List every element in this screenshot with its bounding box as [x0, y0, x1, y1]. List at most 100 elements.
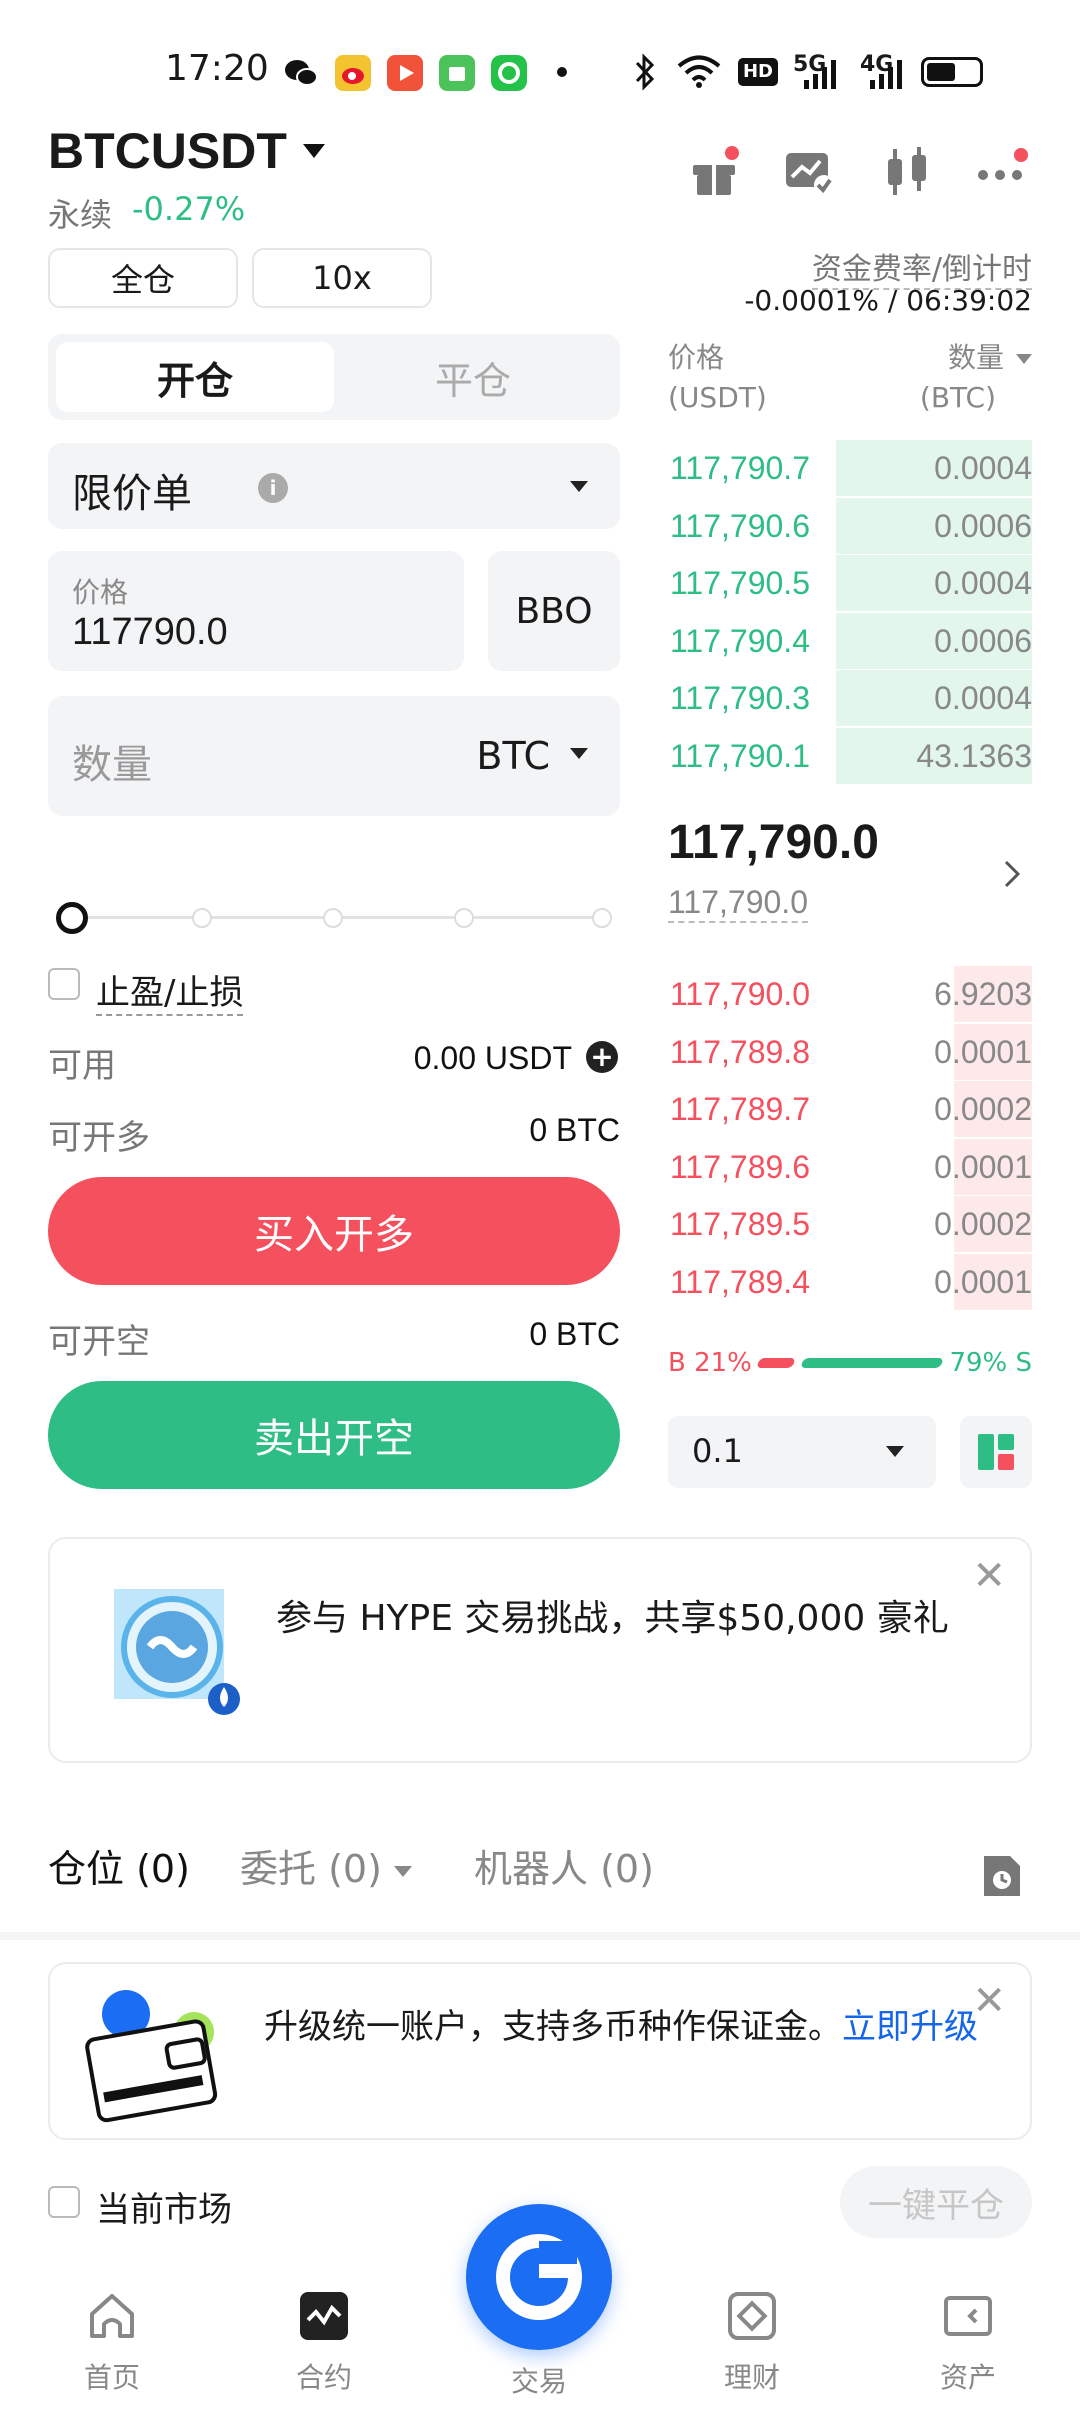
- price-label: 价格: [72, 576, 129, 609]
- more-icon[interactable]: [975, 145, 1029, 199]
- last-price[interactable]: 117,790.0: [668, 815, 879, 870]
- ask-row[interactable]: 117,790.6 0.0006: [668, 497, 1032, 554]
- price-header-label: 价格: [668, 341, 725, 374]
- earn-icon: [726, 2290, 778, 2342]
- quantity-unit[interactable]: BTC: [476, 734, 550, 778]
- close-all-button[interactable]: 一键平仓: [840, 2166, 1032, 2238]
- ask-quantity: 0.0006: [934, 622, 1032, 659]
- hd-icon: HD: [738, 58, 778, 86]
- futures-icon: [298, 2290, 350, 2342]
- order-type-select[interactable]: 限价单 i: [48, 443, 620, 529]
- video-app-icon: [387, 55, 423, 91]
- precision-select[interactable]: 0.1: [668, 1416, 936, 1488]
- buy-long-button[interactable]: 买入开多: [48, 1177, 620, 1285]
- ask-row[interactable]: 117,790.5 0.0004: [668, 555, 1032, 611]
- chevron-right-icon[interactable]: [1000, 858, 1024, 894]
- tab-orders[interactable]: 委托 (0): [240, 1838, 382, 1893]
- nav-assets-label: 资产: [939, 2361, 996, 2394]
- sell-short-button[interactable]: 卖出开空: [48, 1381, 620, 1489]
- qty-unit-chevron-icon: [1016, 354, 1032, 364]
- nav-home[interactable]: 首页: [32, 2290, 192, 2396]
- ask-quantity: 43.1363: [916, 737, 1032, 774]
- slider-handle[interactable]: [56, 902, 88, 934]
- max-long-value: 0 BTC: [529, 1112, 620, 1148]
- margin-mode-button[interactable]: 全仓: [48, 248, 238, 308]
- bid-price: 117,789.4: [670, 1263, 810, 1300]
- sell-ratio-bar: [800, 1358, 944, 1368]
- bbo-button[interactable]: BBO: [488, 551, 620, 671]
- chart-analysis-icon[interactable]: [782, 145, 836, 199]
- gift-icon[interactable]: [687, 145, 741, 199]
- bid-row[interactable]: 117,790.0 6.9203: [668, 966, 1032, 1022]
- trade-fab-button[interactable]: [466, 2204, 612, 2350]
- tab-close[interactable]: 平仓: [334, 342, 612, 412]
- slider-tick-25[interactable]: [192, 908, 212, 928]
- current-market-checkbox[interactable]: [48, 2186, 80, 2218]
- bid-quantity: 0.0001: [934, 1033, 1032, 1070]
- contract-type: 永续: [48, 196, 113, 234]
- candlestick-icon[interactable]: [880, 145, 934, 199]
- nav-trade-label: 交易: [510, 2365, 567, 2398]
- orderbook-qty-header[interactable]: 数量 (BTC): [920, 338, 1032, 418]
- mark-price[interactable]: 117,790.0: [668, 884, 808, 923]
- promo-close-icon[interactable]: ✕: [972, 1553, 1006, 1599]
- symbol-title[interactable]: BTCUSDT: [48, 122, 287, 180]
- bid-row[interactable]: 117,789.5 0.0002: [668, 1196, 1032, 1252]
- available-label: 可用: [48, 1046, 116, 1086]
- upgrade-close-icon[interactable]: ✕: [972, 1978, 1006, 2024]
- nav-earn[interactable]: 理财: [672, 2290, 832, 2396]
- ask-row[interactable]: 117,790.3 0.0004: [668, 670, 1032, 726]
- add-funds-icon[interactable]: +: [586, 1041, 618, 1073]
- tpsl-label[interactable]: 止盈/止损: [96, 965, 244, 1016]
- price-value[interactable]: 117790.0: [72, 611, 228, 654]
- status-bar: 17:20 HD 5G 4G: [0, 0, 1080, 140]
- bid-price: 117,789.5: [670, 1206, 810, 1242]
- ask-price: 117,790.7: [670, 450, 810, 486]
- upgrade-banner[interactable]: 升级统一账户，支持多币种作保证金。立即升级 ✕: [48, 1962, 1032, 2140]
- chevron-down-icon: [570, 481, 588, 492]
- slider-tick-100[interactable]: [592, 908, 612, 928]
- nav-futures-label: 合约: [295, 2361, 352, 2394]
- tab-bots[interactable]: 机器人 (0): [474, 1838, 654, 1893]
- current-market-label[interactable]: 当前市场: [96, 2182, 232, 2231]
- camera-app-icon: [491, 55, 527, 91]
- slider-tick-50[interactable]: [323, 908, 343, 928]
- ask-row[interactable]: 117,790.7 0.0004: [668, 440, 1032, 496]
- bid-row[interactable]: 117,789.4 0.0001: [668, 1253, 1032, 1310]
- upgrade-link[interactable]: 立即升级: [842, 2007, 978, 2047]
- ask-quantity: 0.0004: [934, 680, 1032, 716]
- symbol-dropdown-icon[interactable]: [303, 144, 325, 158]
- unit-chevron-down-icon: [570, 748, 588, 759]
- layout-icon: [978, 1434, 1014, 1470]
- bluetooth-icon: [632, 52, 658, 96]
- tpsl-checkbox[interactable]: [48, 968, 80, 1000]
- ask-row[interactable]: 117,790.1 43.1363: [668, 727, 1032, 784]
- nav-assets[interactable]: 资产: [888, 2290, 1048, 2396]
- leverage-button[interactable]: 10x: [252, 248, 432, 308]
- nav-futures[interactable]: 合约: [244, 2290, 404, 2396]
- promo-banner[interactable]: 参与 HYPE 交易挑战，共享$50,000 豪礼 ✕: [48, 1537, 1032, 1763]
- quantity-input[interactable]: 数量 BTC: [48, 696, 620, 816]
- tab-positions[interactable]: 仓位 (0): [48, 1838, 190, 1893]
- orderbook-layout-button[interactable]: [960, 1416, 1032, 1488]
- nav-earn-label: 理财: [723, 2361, 780, 2394]
- history-doc-icon[interactable]: [980, 1852, 1024, 1904]
- bid-row[interactable]: 117,789.6 0.0001: [668, 1138, 1032, 1195]
- bid-row[interactable]: 117,789.7 0.0002: [668, 1081, 1032, 1137]
- quantity-placeholder: 数量: [72, 742, 152, 788]
- price-header-unit: (USDT): [668, 381, 767, 414]
- price-input[interactable]: 价格 117790.0: [48, 551, 464, 671]
- slider-tick-75[interactable]: [454, 908, 474, 928]
- bid-quantity: 6.9203: [934, 976, 1032, 1012]
- wifi-icon: [676, 52, 722, 94]
- info-icon[interactable]: i: [258, 473, 288, 503]
- ask-price: 117,790.3: [670, 680, 810, 716]
- nav-home-label: 首页: [83, 2361, 140, 2394]
- orders-chevron-icon[interactable]: [394, 1866, 412, 1877]
- tab-open[interactable]: 开仓: [56, 342, 334, 412]
- hype-coin-icon: [110, 1585, 240, 1715]
- promo-text: 参与 HYPE 交易挑战，共享$50,000 豪礼: [276, 1598, 949, 1639]
- ask-row[interactable]: 117,790.4 0.0006: [668, 612, 1032, 669]
- bid-row[interactable]: 117,789.8 0.0001: [668, 1023, 1032, 1080]
- signal-icon: [800, 56, 842, 94]
